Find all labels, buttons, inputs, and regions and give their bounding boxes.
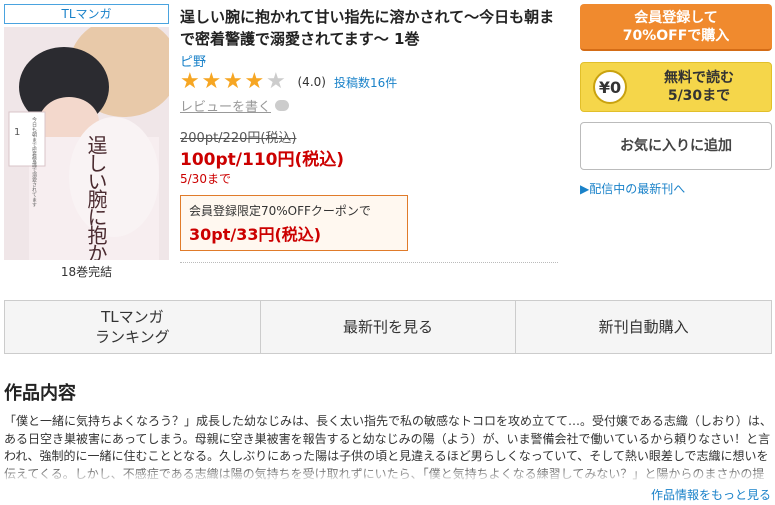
cover-caption: 今日も朝まで密着警護で溺愛されてます — [31, 116, 37, 208]
write-review-label: レビューを書く — [180, 100, 272, 115]
tab-latest-label: 最新刊を見る — [343, 318, 434, 336]
register-line2: 70%OFFで購入 — [622, 27, 730, 44]
star-icon: ★ — [223, 69, 243, 94]
free-line1: 無料で読む — [664, 70, 734, 86]
author-link[interactable]: ピ野 — [180, 51, 206, 70]
add-favorite-button[interactable]: お気に入りに追加 — [580, 122, 772, 170]
description-heading: 作品内容 — [4, 383, 76, 404]
cover-volume: 1 — [14, 127, 20, 138]
read-free-button[interactable]: ¥0 無料で読む 5/30まで — [580, 62, 772, 112]
rating-row: ★ ★ ★ ★ ★ (4.0) 投稿数16件 — [180, 71, 397, 93]
register-purchase-button[interactable]: 会員登録して 70%OFFで購入 — [580, 4, 772, 51]
star-icon: ★ — [244, 69, 265, 94]
genre-tag[interactable]: TLマンガ — [4, 4, 169, 24]
cover-illustration: 1 今日も朝まで密着警護で溺愛されてます 逞しい腕に抱かれて甘い指先に溶かされて — [4, 27, 169, 260]
speech-bubble-icon — [275, 100, 290, 111]
original-price: 200pt/220円(税込) — [180, 131, 297, 146]
star-rating: ★ ★ ★ ★ ★ — [180, 71, 288, 93]
coin-icon: ¥0 — [593, 70, 627, 104]
tab-bar: TLマンガ ランキング 最新刊を見る 新刊自動購入 — [4, 300, 772, 354]
tab-latest[interactable]: 最新刊を見る — [259, 301, 516, 353]
coupon-label: 会員登録限定70%OFFクーポンで — [189, 204, 371, 218]
divider — [180, 262, 558, 263]
tab-auto-purchase[interactable]: 新刊自動購入 — [515, 301, 771, 353]
review-count-link[interactable]: 投稿数16件 — [334, 74, 397, 91]
star-icon: ★ — [201, 69, 222, 94]
star-empty-icon: ★ — [266, 69, 286, 94]
coupon-box: 会員登録限定70%OFFクーポンで 30pt/33円(税込) — [180, 195, 408, 251]
write-review-link[interactable]: レビューを書く — [180, 96, 290, 115]
coupon-price: 30pt/33円(税込) — [189, 225, 322, 244]
tab-ranking-label: TLマンガ ランキング — [95, 308, 170, 346]
tab-ranking[interactable]: TLマンガ ランキング — [5, 301, 260, 353]
book-cover[interactable]: 1 今日も朝まで密着警護で溺愛されてます 逞しい腕に抱かれて甘い指先に溶かされて — [4, 27, 169, 260]
read-free-label: 無料で読む 5/30まで — [627, 69, 771, 105]
rating-value: (4.0) — [297, 75, 326, 89]
description-fade — [4, 465, 772, 483]
sale-price: 100pt/110円(税込) — [180, 150, 345, 170]
more-info-link[interactable]: 作品情報をもっと見る — [651, 486, 771, 503]
free-line2: 5/30まで — [667, 88, 731, 104]
volumes-complete: 18巻完結 — [60, 265, 113, 279]
register-line1: 会員登録して — [634, 9, 718, 26]
tab-auto-purchase-label: 新刊自動購入 — [598, 318, 689, 336]
book-title: 逞しい腕に抱かれて甘い指先に溶かされて～今日も朝まで密着警護で溺愛されてます～ … — [180, 8, 555, 48]
sale-until: 5/30まで — [180, 172, 231, 186]
latest-volume-link[interactable]: ▶配信中の最新刊へ — [580, 180, 685, 197]
cover-title: 逞しい腕に抱かれて甘い指先に溶かされて — [84, 135, 108, 260]
star-icon: ★ — [180, 69, 200, 94]
